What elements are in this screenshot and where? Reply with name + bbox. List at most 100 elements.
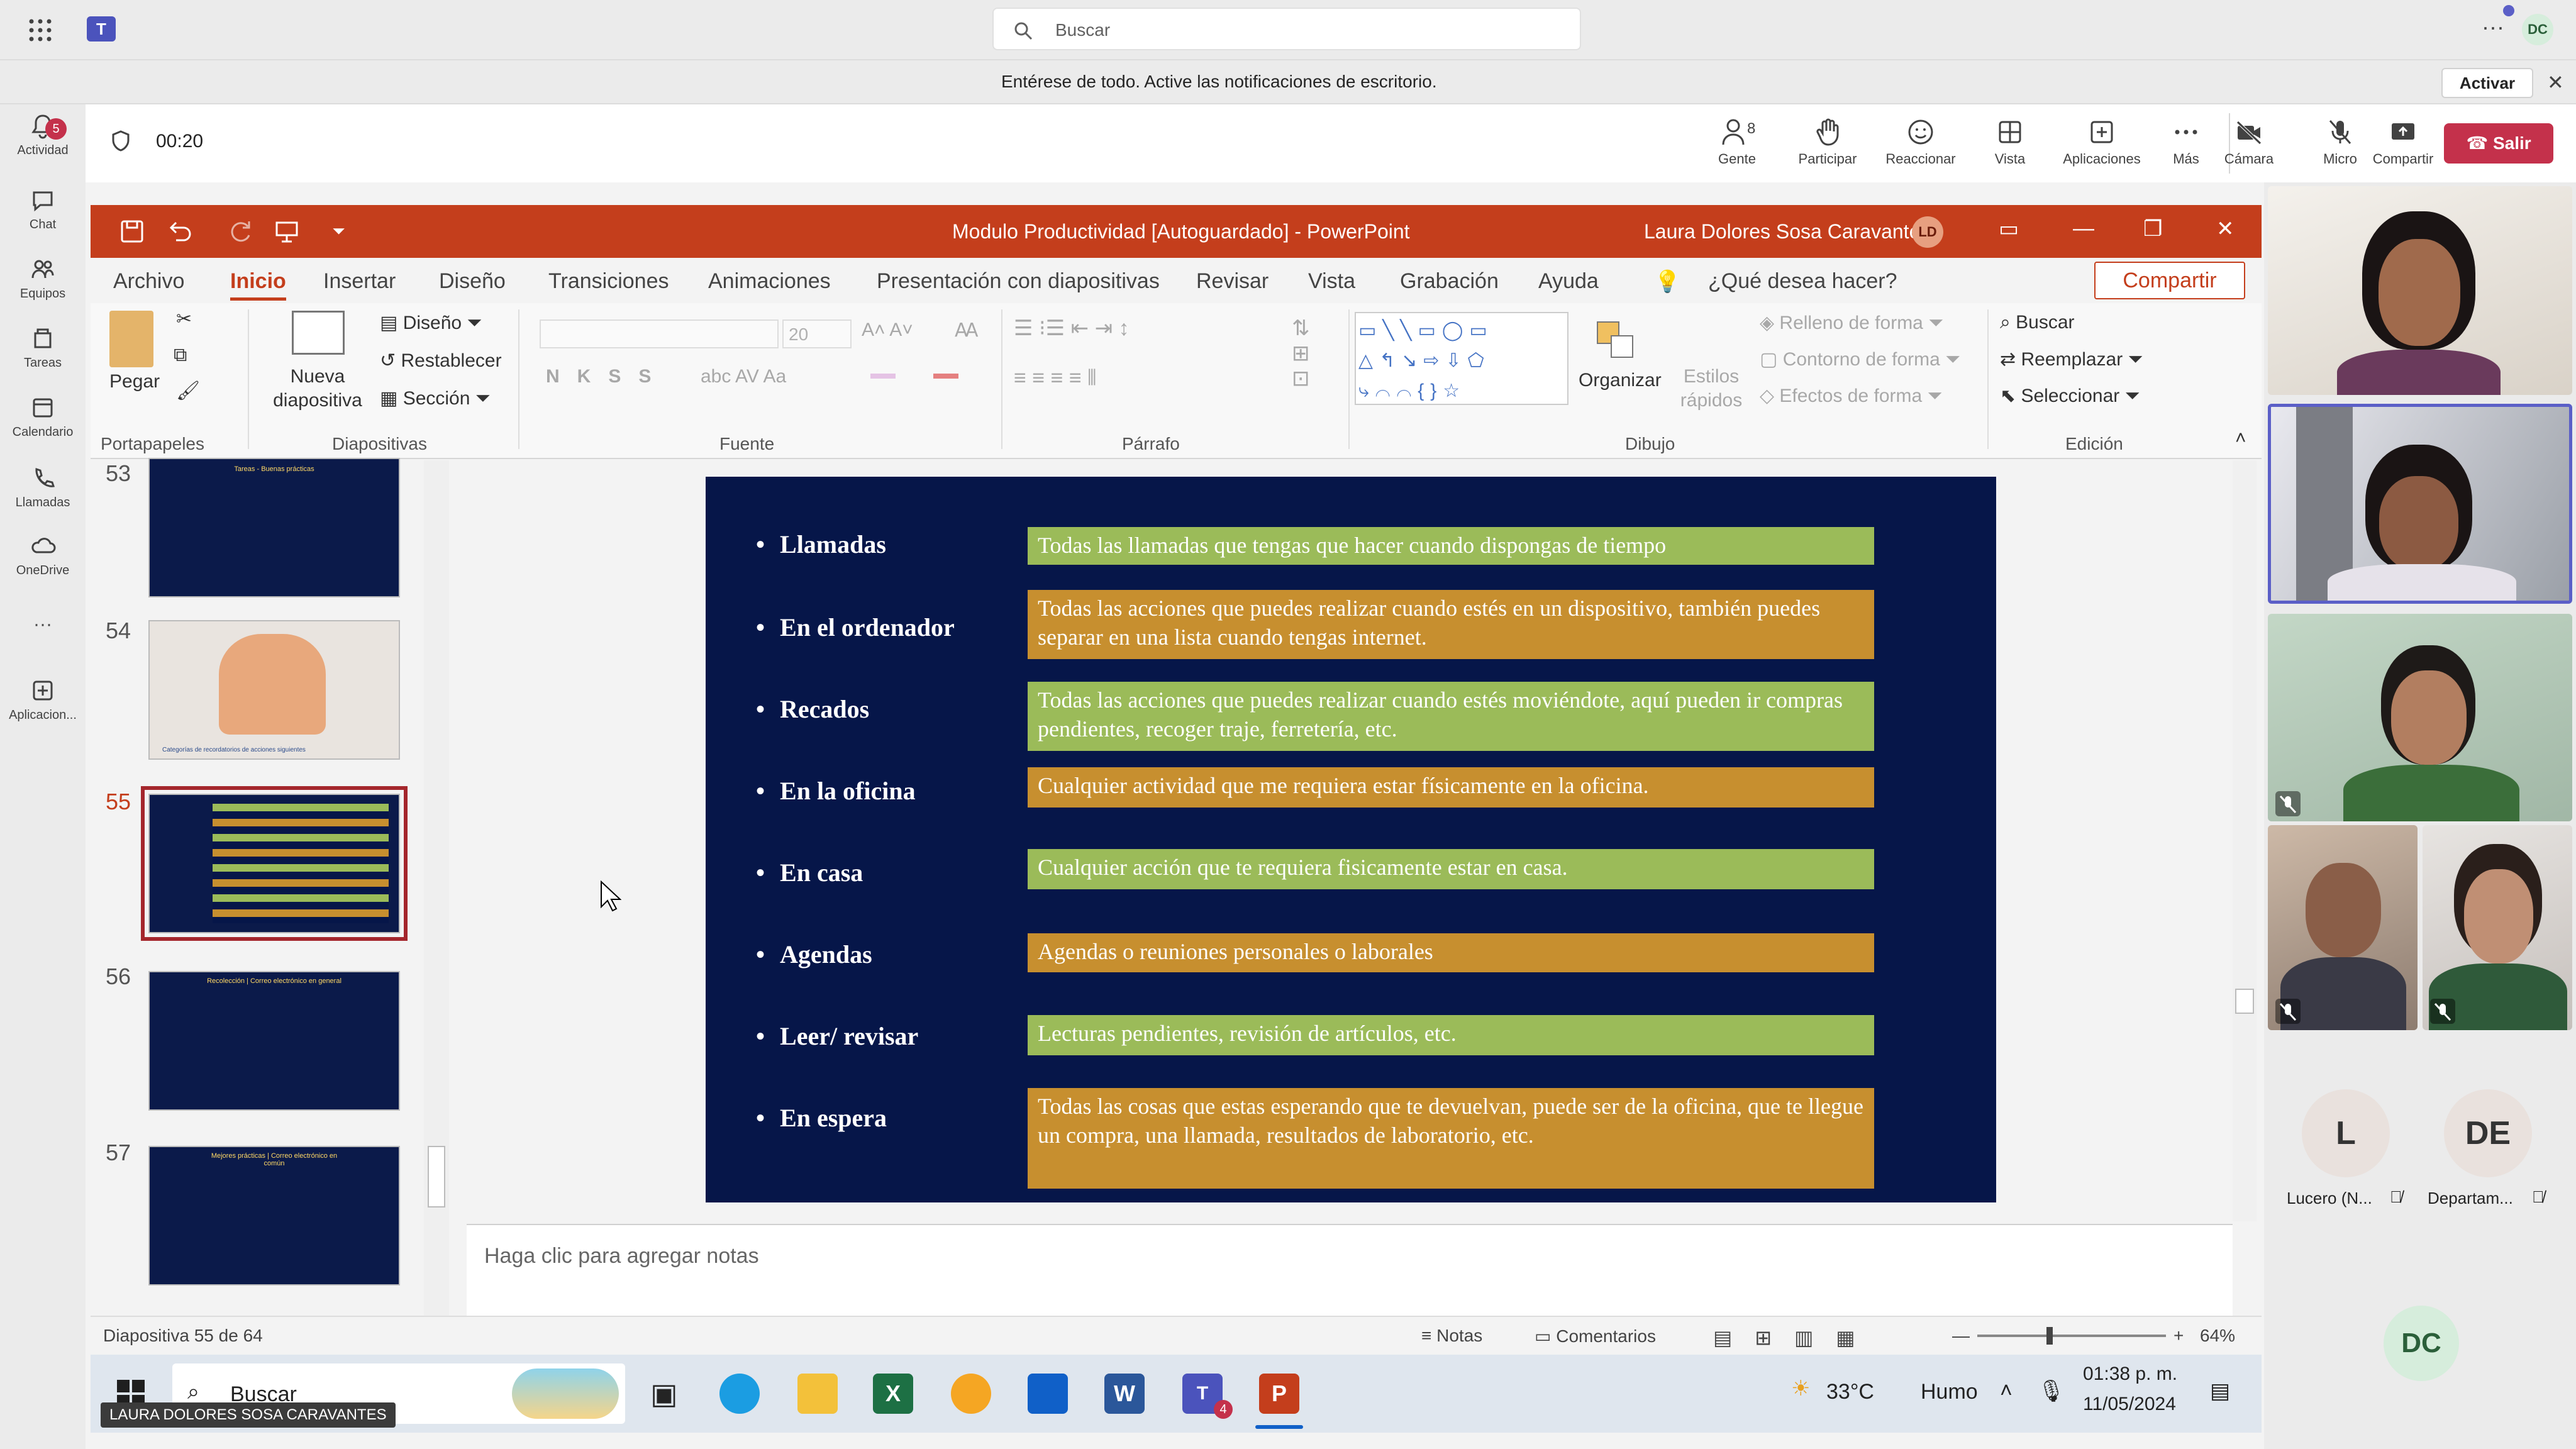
tab-inicio[interactable]: Inicio (230, 269, 286, 301)
font-name-select[interactable] (540, 319, 779, 348)
copy-icon[interactable]: ⧉ (174, 345, 187, 366)
replace-button[interactable]: ⇄ Reemplazar ⏷ (2000, 348, 2143, 370)
task-view-icon[interactable]: ▣ (644, 1374, 684, 1414)
layout-button[interactable]: ▤ Diseño ⏷ (380, 312, 482, 334)
customize-toolbar-icon[interactable]: ⏷ (332, 221, 345, 242)
font-size-select[interactable]: 20 (782, 319, 852, 348)
ppt-user-avatar[interactable]: LD (1912, 216, 1943, 248)
more-options-icon[interactable]: ··· (2482, 14, 2504, 40)
participant-avatar[interactable]: DE (2444, 1089, 2532, 1177)
rail-item-chat[interactable]: Chat (0, 186, 86, 232)
tab-vista[interactable]: Vista (1308, 269, 1355, 294)
save-icon[interactable] (119, 219, 145, 244)
slide-thumbnail-53[interactable]: Tareas - Buenas prácticas (148, 458, 400, 597)
zoom-slider-thumb[interactable] (2046, 1327, 2053, 1345)
shape-effects-button[interactable]: ◇ Efectos de forma ⏷ (1760, 385, 1943, 407)
clear-format-icon[interactable]: Ꜳ (955, 319, 979, 341)
redo-icon[interactable] (229, 219, 254, 244)
raise-hand-button[interactable]: Participar (1790, 117, 1865, 167)
slide-thumbnail-56[interactable]: Recolección | Correo electrónico en gene… (148, 971, 400, 1111)
chrome-canary-icon[interactable] (951, 1374, 991, 1414)
powerpoint-icon[interactable]: P (1259, 1374, 1299, 1414)
tab-revisar[interactable]: Revisar (1196, 269, 1269, 294)
collapse-ribbon-icon[interactable]: ˄ (2235, 428, 2246, 449)
clock-date[interactable]: 11/05/2024 (2083, 1394, 2176, 1415)
rail-item-onedrive[interactable]: OneDrive (0, 532, 86, 578)
close-icon[interactable]: ✕ (2547, 70, 2564, 94)
notes-pane[interactable]: Haga clic para agregar notas (467, 1224, 2233, 1316)
leave-button[interactable]: ☎ Salir (2444, 123, 2553, 164)
ribbon-display-icon[interactable]: ▭ (1999, 216, 2019, 242)
select-button[interactable]: ⬉ Seleccionar ⏷ (2000, 385, 2140, 407)
format-painter-icon[interactable]: 🖌 (176, 380, 200, 402)
people-button[interactable]: 8 Gente (1708, 117, 1766, 167)
tab-transiciones[interactable]: Transiciones (548, 269, 669, 294)
react-button[interactable]: Reaccionar (1878, 117, 1963, 167)
comments-toggle[interactable]: ▭ Comentarios (1535, 1326, 1656, 1346)
video-tile-1[interactable] (2268, 186, 2572, 395)
slide-thumbnail-55-selected[interactable] (141, 786, 408, 941)
align-icons[interactable]: ≡ ≡ ≡ ≡ ⫴ (1014, 366, 1096, 391)
tab-archivo[interactable]: Archivo (113, 269, 184, 294)
reset-button[interactable]: ↺ Restablecer (380, 350, 502, 372)
list-icons[interactable]: ☰ ⁝☰ ⇤ ⇥ ↕ (1014, 316, 1130, 341)
rail-item-calls[interactable]: Llamadas (0, 464, 86, 510)
ppt-share-button[interactable]: Compartir (2094, 262, 2245, 299)
text-direction-icons[interactable]: ⇅ ⊞ ⊡ (1292, 316, 1310, 391)
new-slide-button[interactable]: Nueva diapositiva (264, 365, 371, 413)
tab-presentacion[interactable]: Presentación con diapositivas (877, 269, 1160, 294)
view-button[interactable]: Vista (1979, 117, 2041, 167)
video-tile-2-active-speaker[interactable] (2268, 404, 2572, 604)
tab-animaciones[interactable]: Animaciones (708, 269, 831, 294)
activate-notifications-button[interactable]: Activar (2441, 68, 2533, 98)
tab-ayuda[interactable]: Ayuda (1538, 269, 1599, 294)
minimize-icon[interactable]: — (2073, 216, 2094, 241)
file-explorer-icon[interactable] (797, 1374, 838, 1414)
section-button[interactable]: ▦ Sección ⏷ (380, 387, 491, 409)
zoom-slider[interactable] (1977, 1327, 2166, 1345)
arrange-button[interactable]: Organizar (1579, 370, 1662, 391)
rail-item-tasks[interactable]: Tareas (0, 325, 86, 370)
zoom-in-icon[interactable]: + (2174, 1326, 2184, 1346)
app-launcher-icon[interactable] (28, 18, 53, 43)
weather-desc[interactable]: Humo (1921, 1380, 1978, 1404)
slide-thumbnail-57[interactable]: Mejores prácticas | Correo electrónico e… (148, 1146, 400, 1285)
tab-grabacion[interactable]: Grabación (1400, 269, 1499, 294)
video-tile-4[interactable] (2268, 825, 2418, 1030)
excel-icon[interactable]: X (873, 1374, 913, 1414)
shape-outline-button[interactable]: ▢ Contorno de forma ⏷ (1760, 348, 1960, 370)
text-format-icons[interactable]: NKSS (546, 366, 669, 387)
self-view-tile[interactable]: DC (2268, 1262, 2572, 1445)
thumbnails-scrollbar[interactable] (424, 460, 449, 1316)
notifications-icon[interactable]: ▤ (2210, 1379, 2230, 1404)
weather-temp[interactable]: 33°C (1826, 1380, 1874, 1404)
cut-icon[interactable]: ✂ (176, 308, 192, 330)
shape-fill-button[interactable]: ◈ Relleno de forma ⏷ (1760, 312, 1943, 334)
font-color-icon[interactable] (933, 374, 958, 379)
rail-more-apps[interactable]: ··· (0, 614, 86, 635)
current-slide[interactable]: Llamadas Todas las llamadas que tengas q… (706, 477, 1996, 1202)
camera-button[interactable]: Cámara (2192, 117, 2306, 167)
scroll-thumb[interactable] (428, 1146, 445, 1208)
scroll-thumb[interactable] (2235, 989, 2254, 1014)
quick-styles-button[interactable]: Estilos rápidos (1677, 365, 1746, 413)
highlight-icon[interactable] (870, 374, 896, 379)
shapes-gallery[interactable]: ▭╲╲▭◯▭ △↰↘⇨⇩⬠ ⤷⌒⌒{}☆ (1355, 312, 1568, 405)
restore-icon[interactable]: ❐ (2143, 216, 2162, 242)
video-tile-5[interactable] (2423, 825, 2572, 1030)
tab-insertar[interactable]: Insertar (323, 269, 396, 294)
zoom-level[interactable]: 64% (2200, 1326, 2235, 1346)
video-tile-3[interactable] (2268, 614, 2572, 821)
tray-chevron-icon[interactable]: ˄ (2000, 1379, 2012, 1403)
close-window-icon[interactable]: ✕ (2216, 216, 2235, 242)
rail-item-teams[interactable]: Equipos (0, 255, 86, 301)
participant-avatar[interactable]: L (2302, 1089, 2390, 1177)
word-icon[interactable]: W (1104, 1374, 1145, 1414)
rail-item-apps[interactable]: Aplicacion... (0, 677, 86, 723)
paste-button[interactable]: Pegar (109, 371, 160, 392)
mic-tray-icon[interactable]: 🎙 (2038, 1379, 2065, 1404)
apps-button[interactable]: Aplicaciones (2051, 117, 2152, 167)
clock-time[interactable]: 01:38 p. m. (2083, 1363, 2177, 1385)
share-screen-button[interactable]: Compartir (2356, 117, 2450, 167)
mail-icon[interactable] (1028, 1374, 1068, 1414)
